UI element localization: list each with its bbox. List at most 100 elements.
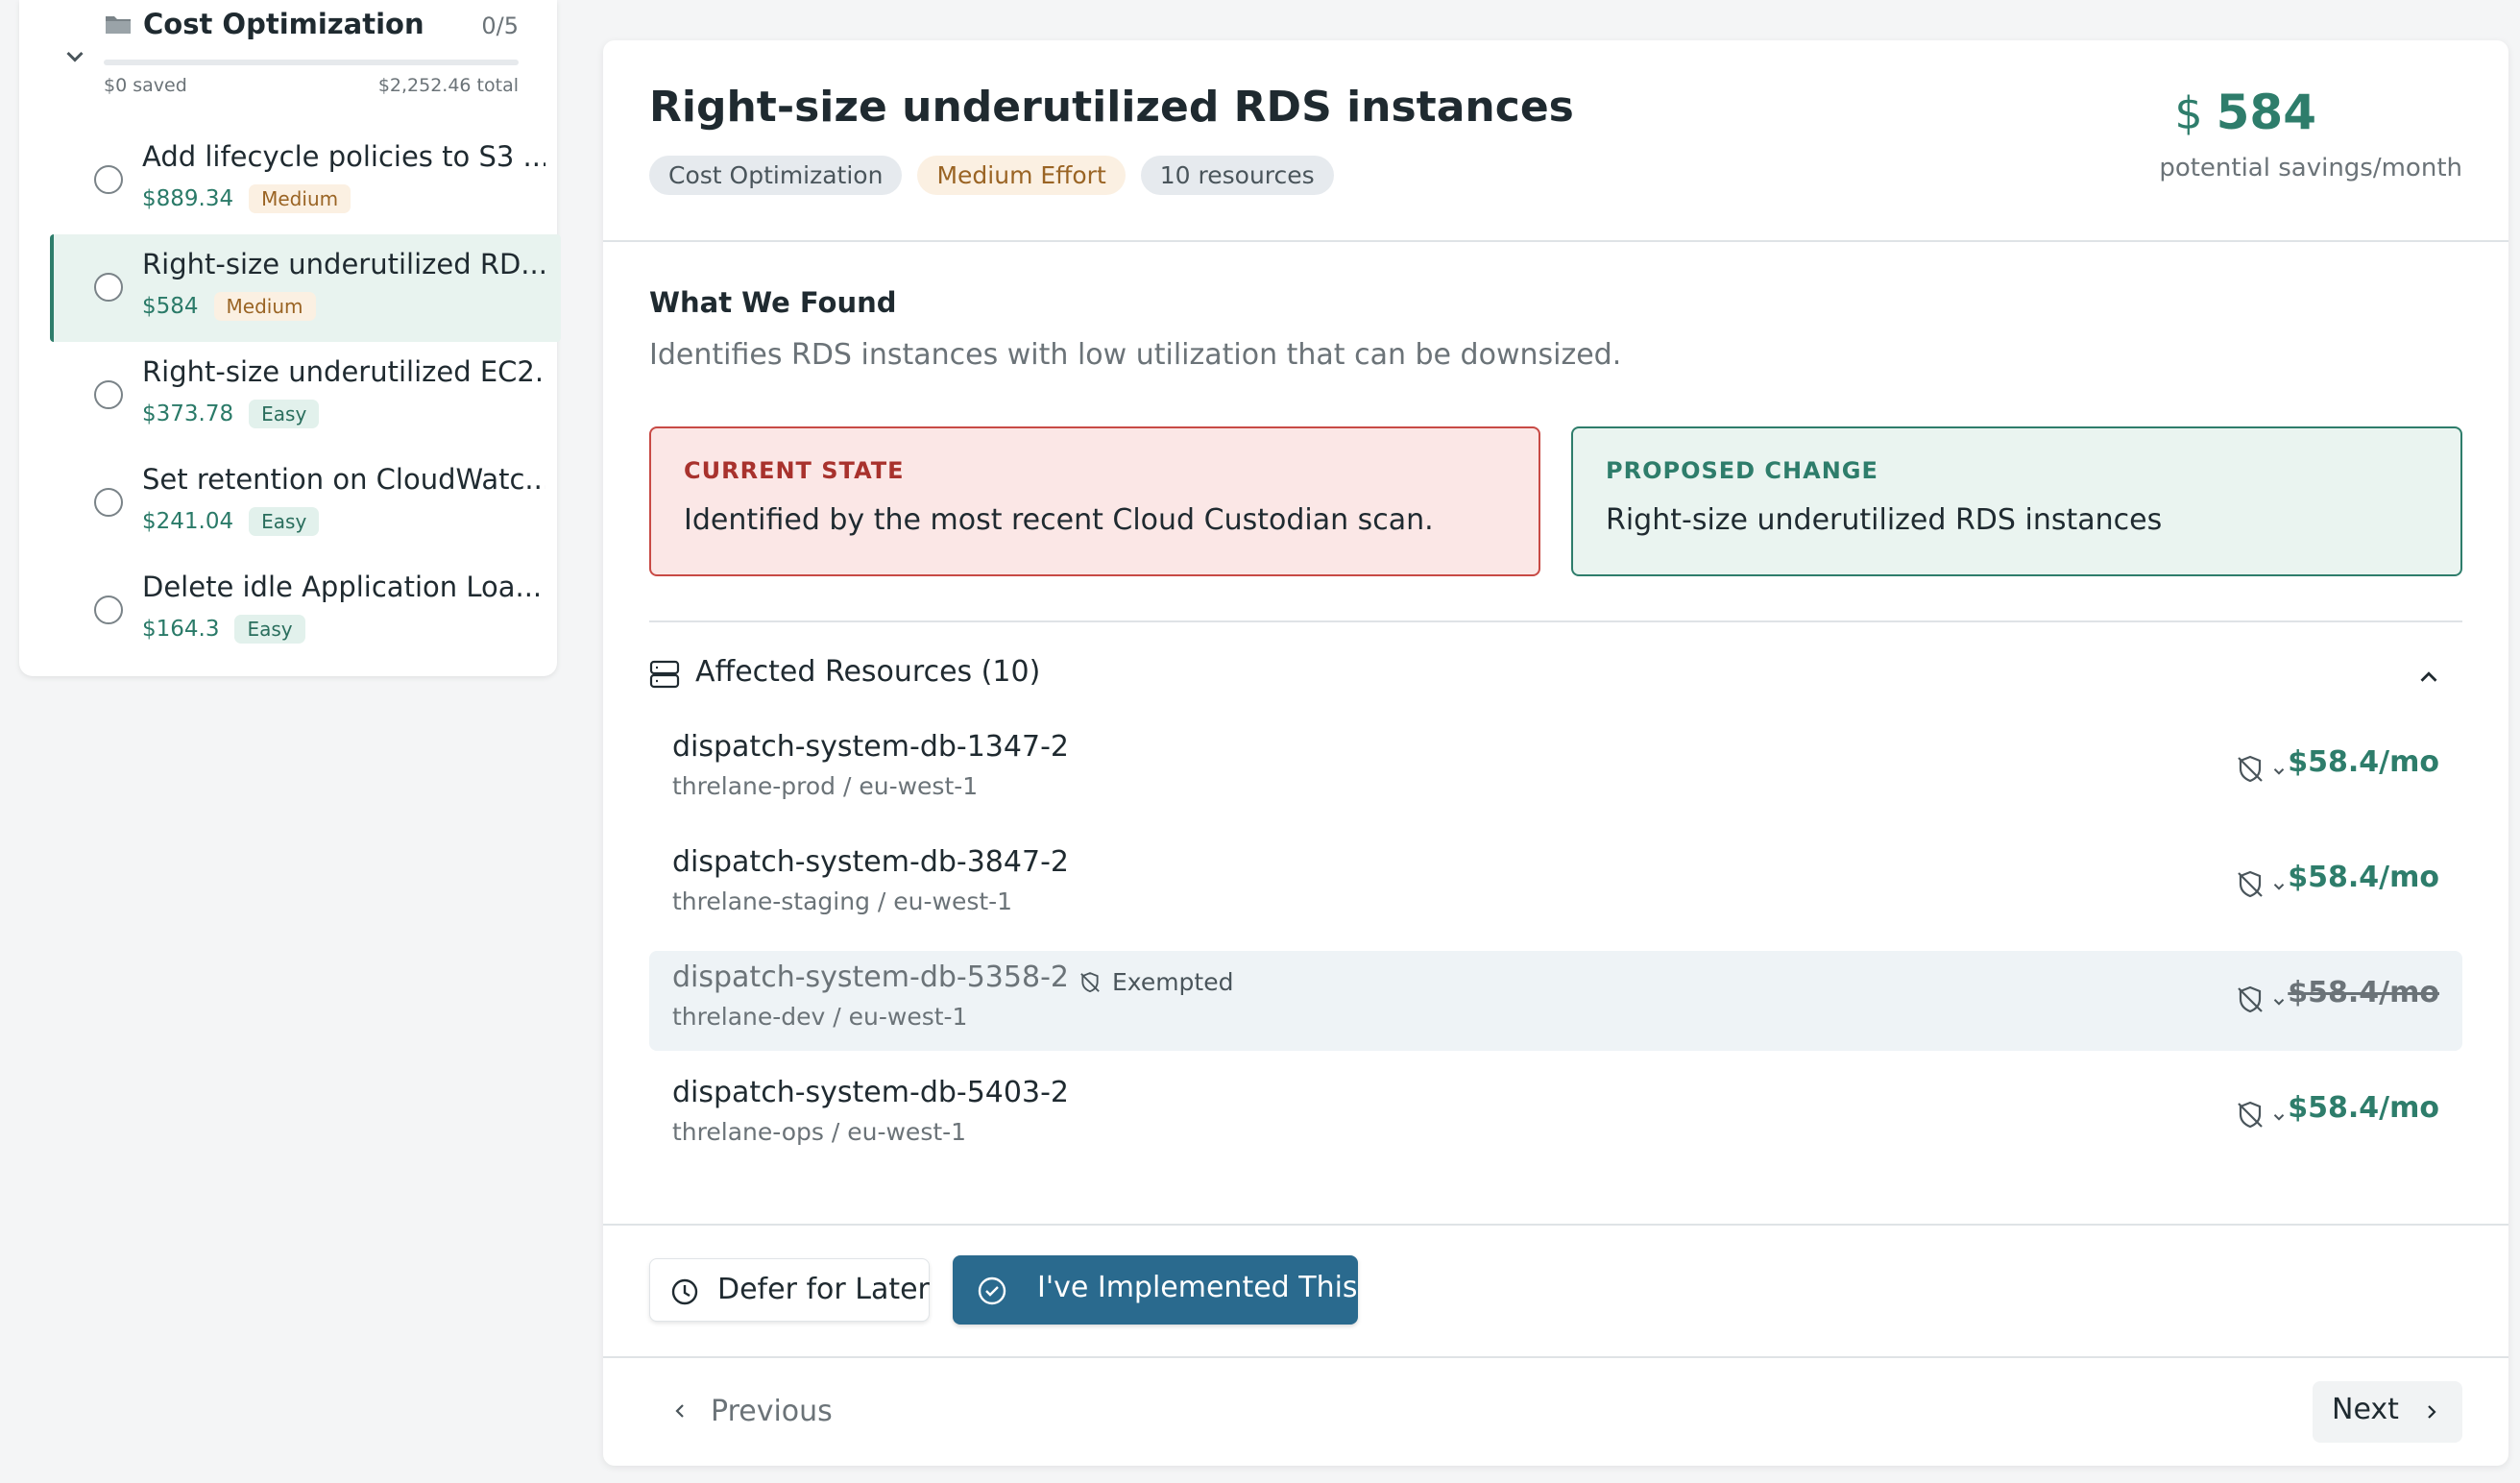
implemented-label: I've Implemented This [1037, 1271, 1358, 1304]
total-amount: $2,252.46 total [377, 75, 519, 96]
sidebar-item-price: $373.78 [142, 401, 234, 426]
chevron-up-icon[interactable] [2414, 663, 2443, 692]
resource-location: threlane-ops / eu-west-1 [672, 1118, 967, 1146]
current-state-text: Identified by the most recent Cloud Cust… [684, 503, 1434, 537]
exemption-dropdown[interactable] [2234, 753, 2288, 790]
effort-badge: Easy [249, 400, 320, 428]
radio-button[interactable] [94, 488, 123, 517]
sidebar-item[interactable]: Right-size underutilized EC2... $373.78 Ea… [50, 342, 561, 450]
resource-cost: $58.4/mo [2288, 1091, 2439, 1125]
dollar-icon: $ [2174, 87, 2203, 139]
chevron-down-icon[interactable] [58, 38, 92, 73]
exemption-dropdown[interactable] [2234, 868, 2288, 905]
savings-amount: 584 [2216, 85, 2316, 140]
clock-icon [671, 1278, 698, 1305]
previous-button[interactable]: Previous [668, 1387, 833, 1435]
sidebar-item[interactable]: Delete idle Application Loa... $164.3 Easy [50, 557, 561, 665]
next-button[interactable]: Next [2313, 1381, 2462, 1443]
effort-tag: Medium Effort [917, 156, 1126, 195]
sidebar-item[interactable]: Set retention on CloudWatc... $241.04 Easy [50, 450, 561, 557]
defer-label: Defer for Later [717, 1273, 930, 1306]
resource-count-tag: 10 resources [1140, 156, 1334, 195]
shield-off-icon [2234, 984, 2266, 1020]
section-description: Identifies RDS instances with low utiliz… [649, 338, 1622, 372]
radio-button[interactable] [94, 165, 123, 194]
exemption-dropdown[interactable] [2234, 984, 2288, 1020]
sidebar-item-price: $889.34 [142, 186, 234, 211]
resource-name: dispatch-system-db-5358-2 [672, 960, 1069, 994]
sidebar-item[interactable]: Add lifecycle policies to S3 ... $889.34 M… [50, 127, 561, 234]
affected-resources-toggle[interactable]: Affected Resources (10) [649, 651, 2462, 699]
chevron-down-icon [2273, 999, 2285, 1006]
section-title: What We Found [649, 286, 897, 319]
resource-cost: $58.4/mo [2288, 976, 2439, 1009]
group-progress-bar [104, 60, 519, 65]
recommendation-list: Add lifecycle policies to S3 ... $889.34 M… [50, 127, 561, 665]
radio-button[interactable] [94, 273, 123, 302]
sidebar-item-title: Add lifecycle policies to S3 ... [142, 140, 545, 173]
section-divider [649, 620, 2462, 622]
radio-button[interactable] [94, 380, 123, 409]
current-state-label: CURRENT STATE [684, 457, 905, 484]
header-divider [603, 240, 2508, 242]
exempted-label: Exempted [1112, 968, 1234, 996]
sidebar-item-meta: $164.3 Easy [142, 615, 305, 644]
implemented-button[interactable]: I've Implemented This [953, 1255, 1358, 1325]
chevron-right-icon [2428, 1405, 2436, 1419]
chevron-down-icon [2273, 1114, 2285, 1121]
resource-row: dispatch-system-db-5403-2 threlane-ops / … [649, 1066, 2462, 1166]
page-title: Right-size underutilized RDS instances [649, 83, 1574, 132]
proposed-change-label: PROPOSED CHANGE [1606, 457, 1878, 484]
defer-button[interactable]: Defer for Later [649, 1258, 930, 1322]
exemption-dropdown[interactable] [2234, 1099, 2288, 1135]
group-header: Cost Optimization 0/5 $0 saved $2,252.46… [19, 0, 557, 108]
sidebar-item-title: Set retention on CloudWatc... [142, 463, 545, 496]
effort-badge: Medium [213, 292, 316, 321]
resource-name: dispatch-system-db-1347-2 [672, 730, 1069, 764]
proposed-change-text: Right-size underutilized RDS instances [1606, 503, 2163, 537]
sidebar-item-price: $241.04 [142, 509, 234, 534]
shield-off-icon [2234, 1099, 2266, 1135]
exempted-badge: Exempted [1078, 968, 1233, 996]
group-count: 0/5 [481, 12, 519, 39]
tag-list: Cost Optimization Medium Effort 10 resou… [649, 156, 1334, 195]
effort-badge: Easy [234, 615, 305, 644]
resource-cost: $58.4/mo [2288, 861, 2439, 894]
current-state-card: CURRENT STATE Identified by the most rec… [649, 426, 1540, 576]
sidebar-item-title: Right-size underutilized RD... [142, 248, 545, 280]
proposed-change-card: PROPOSED CHANGE Right-size underutilized… [1571, 426, 2462, 576]
previous-label: Previous [711, 1394, 833, 1428]
savings-label: potential savings/month [2159, 154, 2462, 182]
nav-divider [603, 1356, 2508, 1358]
resource-name: dispatch-system-db-5403-2 [672, 1076, 1069, 1109]
check-circle-icon [978, 1276, 1006, 1305]
sidebar-item-meta: $373.78 Easy [142, 400, 320, 428]
affected-resources-title: Affected Resources (10) [695, 655, 1041, 689]
recommendation-detail: Right-size underutilized RDS instances C… [603, 40, 2508, 1466]
resource-row: dispatch-system-db-3847-2 threlane-stagin… [649, 836, 2462, 936]
group-title: Cost Optimization [143, 8, 424, 40]
shield-off-icon [2234, 868, 2266, 905]
resource-row: dispatch-system-db-1347-2 threlane-prod /… [649, 720, 2462, 820]
savings-summary: $ 584 potential savings/month [2159, 85, 2462, 182]
resource-location: threlane-prod / eu-west-1 [672, 772, 979, 800]
sidebar-item-meta: $889.34 Medium [142, 184, 351, 213]
resource-cost: $58.4/mo [2288, 745, 2439, 779]
recommendations-sidebar: Cost Optimization 0/5 $0 saved $2,252.46… [19, 0, 561, 676]
sidebar-item-price: $584 [142, 294, 199, 319]
chevron-down-icon [2273, 768, 2285, 775]
effort-badge: Medium [249, 184, 351, 213]
radio-button[interactable] [94, 596, 123, 624]
resource-list: dispatch-system-db-1347-2 threlane-prod /… [649, 720, 2462, 1181]
resource-location: threlane-dev / eu-west-1 [672, 1003, 968, 1031]
resource-name: dispatch-system-db-3847-2 [672, 845, 1069, 879]
sidebar-item[interactable]: Right-size underutilized RD... $584 Medium [50, 234, 561, 342]
next-label: Next [2332, 1393, 2399, 1426]
sidebar-item-title: Delete idle Application Loa... [142, 571, 543, 603]
shield-off-icon [2234, 753, 2266, 790]
resource-location: threlane-staging / eu-west-1 [672, 887, 1013, 915]
chevron-left-icon [675, 1404, 684, 1418]
chevron-down-icon [2273, 884, 2285, 890]
resource-row: dispatch-system-db-5358-2 threlane-dev / … [649, 951, 2462, 1051]
sidebar-item-meta: $584 Medium [142, 292, 316, 321]
